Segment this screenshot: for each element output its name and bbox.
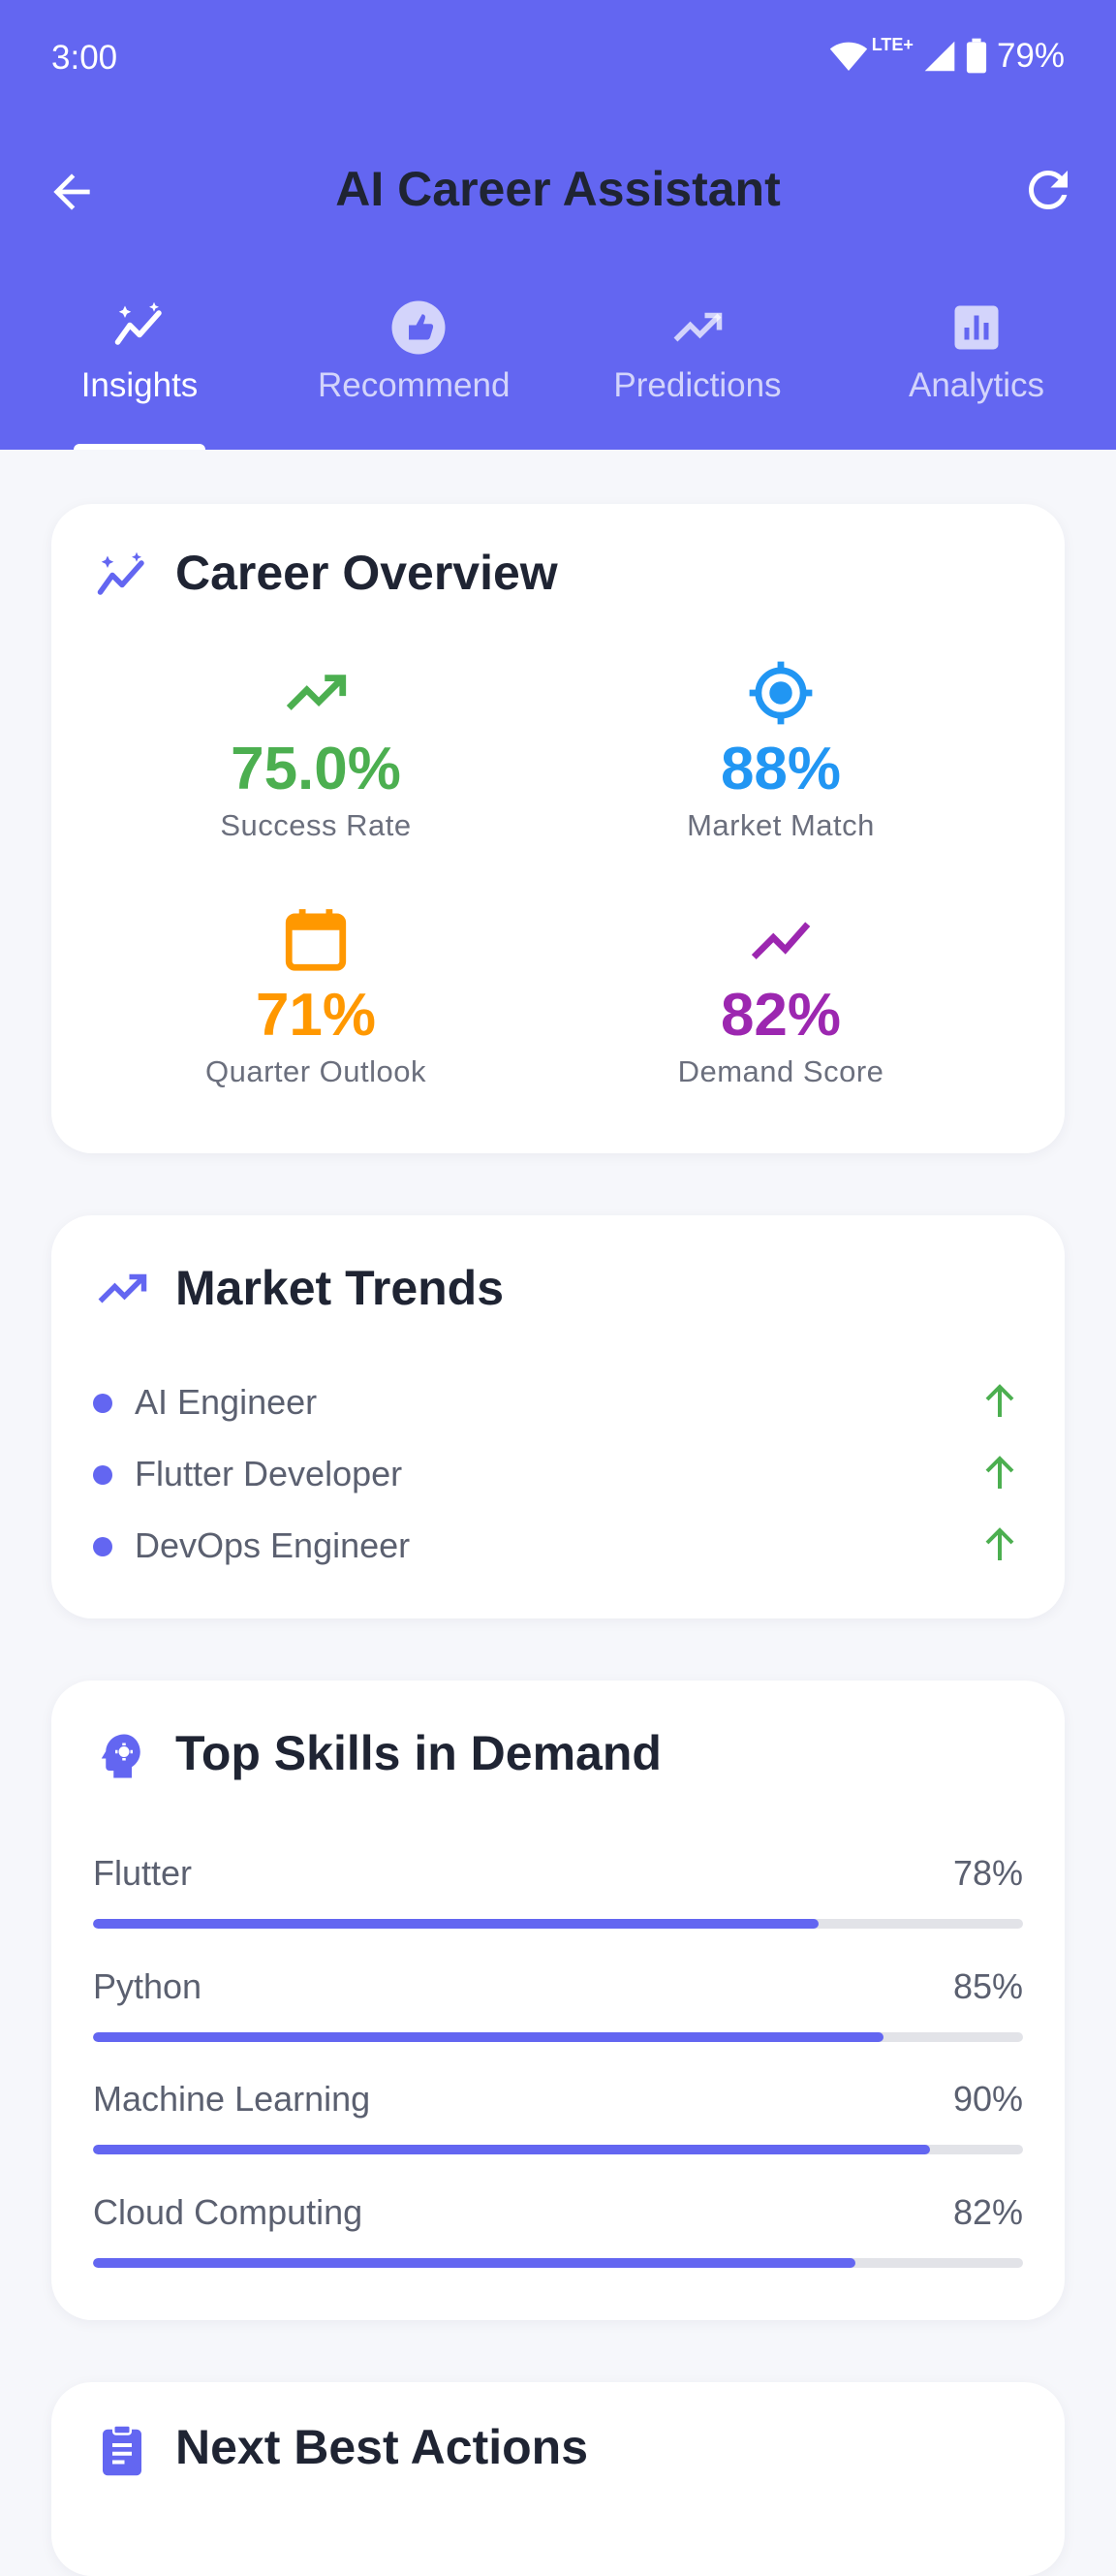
show-chart-icon [751, 922, 811, 959]
trend-name: AI Engineer [135, 1382, 318, 1422]
trend-name: DevOps Engineer [135, 1525, 411, 1565]
skill-name: Cloud Computing [93, 2192, 363, 2232]
skill-row: Flutter 78% [93, 1853, 1023, 1940]
app-bar: AI Career Assistant [0, 124, 1116, 254]
analytics-icon [954, 305, 999, 350]
stat-value: 88% [720, 736, 842, 802]
tab-recommend[interactable]: Recommend [279, 281, 558, 450]
bullet-dot [93, 1394, 112, 1413]
battery-percent: 79% [996, 37, 1065, 75]
page-title: AI Career Assistant [335, 162, 781, 216]
skill-percent: 82% [952, 2192, 1023, 2232]
active-tab-indicator [74, 444, 205, 450]
trending-up-icon [673, 312, 723, 342]
progress-track [93, 2145, 1023, 2154]
trend-item: Flutter Developer [93, 1444, 1023, 1502]
target-icon [749, 661, 813, 725]
market-trends-card: Market Trends AI Engineer Flutter Develo… [51, 1215, 1065, 1618]
signal-icon [924, 41, 955, 72]
arrow-up-icon [985, 1384, 1014, 1417]
skill-percent: 78% [952, 1853, 1023, 1893]
recommend-icon [391, 300, 446, 355]
section-title: Top Skills in Demand [175, 1726, 662, 1780]
network-type: LTE+ [871, 34, 914, 54]
progress-track [93, 1919, 1023, 1929]
progress-fill [93, 1919, 819, 1929]
stat-market-match: 88% Market Match [548, 657, 1013, 843]
stat-value: 75.0% [231, 736, 401, 802]
clipboard-icon [103, 2424, 141, 2476]
stat-label: Success Rate [220, 808, 412, 842]
bullet-dot [93, 1465, 112, 1485]
tab-analytics[interactable]: Analytics [837, 281, 1116, 450]
progress-fill [93, 2032, 884, 2042]
stat-value: 71% [255, 982, 377, 1049]
stat-demand-score: 82% Demand Score [548, 903, 1013, 1089]
status-icons: LTE+ 79% [829, 34, 1065, 76]
auto-graph-icon [97, 551, 144, 595]
psychology-icon [101, 1734, 140, 1778]
arrow-up-icon [985, 1527, 1014, 1560]
skill-name: Flutter [93, 1853, 193, 1893]
next-actions-card: Next Best Actions [51, 2382, 1065, 2576]
progress-fill [93, 2145, 930, 2154]
progress-track [93, 2032, 1023, 2042]
stat-quarter-outlook: 71% Quarter Outlook [83, 903, 548, 1089]
tab-bar: Insights Recommend Predictions Analytics [0, 281, 1116, 450]
status-bar: 3:00 LTE+ 79% [0, 0, 1116, 124]
battery-icon [966, 38, 987, 74]
status-time: 3:00 [51, 39, 118, 77]
tab-label: Analytics [908, 366, 1045, 404]
stat-label: Market Match [687, 808, 875, 842]
skill-row: Machine Learning 90% [93, 2079, 1023, 2166]
career-overview-card: Career Overview 75.0% Success Rate 88% M… [51, 504, 1065, 1153]
trending-up-icon [286, 675, 347, 710]
trend-item: AI Engineer [93, 1372, 1023, 1430]
arrow-up-icon [985, 1456, 1014, 1489]
top-app-area: 3:00 LTE+ 79% AI Career Assistant Insigh… [0, 0, 1116, 450]
progress-track [93, 2258, 1023, 2268]
skill-name: Python [93, 1966, 202, 2006]
trend-name: Flutter Developer [135, 1454, 403, 1493]
stat-label: Demand Score [677, 1054, 884, 1088]
tab-label: Insights [80, 366, 199, 404]
calendar-icon [285, 909, 347, 971]
stat-value: 82% [720, 982, 842, 1049]
tab-predictions[interactable]: Predictions [558, 281, 837, 450]
auto-graph-icon [114, 301, 162, 345]
wifi-icon [829, 42, 867, 71]
top-skills-card: Top Skills in Demand Flutter 78% Python … [51, 1681, 1065, 2320]
trending-up-icon [98, 1273, 147, 1304]
stat-success-rate: 75.0% Success Rate [83, 657, 548, 843]
section-title: Market Trends [175, 1261, 505, 1315]
tab-label: Predictions [613, 366, 782, 404]
bullet-dot [93, 1537, 112, 1556]
tab-label: Recommend [318, 366, 511, 404]
progress-fill [93, 2258, 856, 2268]
tab-insights[interactable]: Insights [0, 281, 279, 450]
skill-name: Machine Learning [93, 2079, 371, 2119]
trend-item: DevOps Engineer [93, 1516, 1023, 1574]
skill-row: Python 85% [93, 1966, 1023, 2054]
skill-row: Cloud Computing 82% [93, 2192, 1023, 2279]
skill-percent: 85% [952, 1966, 1023, 2006]
stat-label: Quarter Outlook [204, 1054, 427, 1088]
refresh-icon[interactable] [1019, 161, 1077, 219]
section-title: Career Overview [175, 546, 558, 600]
skill-percent: 90% [952, 2079, 1023, 2119]
section-title: Next Best Actions [175, 2420, 589, 2474]
